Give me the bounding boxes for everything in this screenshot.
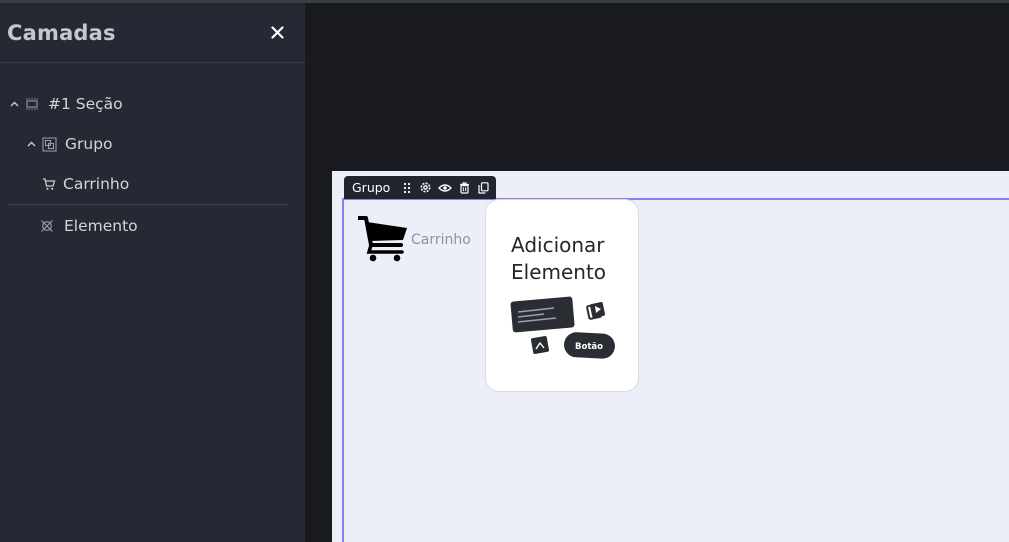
settings-button[interactable] [419, 181, 432, 195]
layers-tree: #1 Seção Grupo Carrinho Elemento [0, 63, 305, 247]
cart-label: Carrinho [411, 232, 471, 248]
layers-panel: Camadas #1 Seção Grupo Carrinho Elemento [0, 3, 305, 542]
layer-label: Grupo [65, 135, 113, 153]
delete-button[interactable] [458, 181, 471, 195]
layer-label: Carrinho [63, 175, 130, 193]
cart-icon [43, 178, 56, 190]
layer-item-cart[interactable]: Carrinho [0, 164, 305, 204]
group-toolbar: Grupo [344, 176, 496, 199]
collapse-toggle[interactable] [25, 141, 37, 147]
duplicate-icon [478, 181, 489, 194]
add-element-title: Adicionar Elemento [511, 233, 607, 284]
visibility-button[interactable] [438, 181, 453, 195]
element-icon [41, 220, 53, 232]
layers-panel-header: Camadas [0, 3, 305, 63]
settings-icon [420, 182, 431, 193]
collapse-toggle[interactable] [8, 101, 20, 107]
duplicate-button[interactable] [477, 181, 490, 195]
sample-button-label: Botão [575, 342, 603, 352]
chevron-up-icon [10, 101, 18, 107]
widgets-illustration-icon: Botão [510, 296, 615, 359]
eye-icon [438, 183, 453, 192]
layer-item-section[interactable]: #1 Seção [0, 84, 305, 124]
layer-item-group[interactable]: Grupo [0, 124, 305, 164]
drag-handle-icon [403, 182, 410, 193]
close-panel-button[interactable] [267, 23, 287, 43]
group-icon [42, 137, 56, 151]
group-toolbar-label: Grupo [352, 180, 391, 195]
section-icon [26, 98, 38, 110]
drag-handle-button[interactable] [400, 181, 413, 195]
shopping-cart-icon [358, 216, 407, 262]
trash-icon [460, 181, 470, 194]
add-element-card[interactable]: Adicionar Elemento Botão [485, 199, 639, 392]
panel-title: Camadas [7, 20, 116, 45]
cart-widget[interactable]: Carrinho [358, 214, 471, 262]
layer-item-element[interactable]: Elemento [0, 205, 305, 247]
layer-label: #1 Seção [48, 95, 123, 113]
layer-label: Elemento [64, 217, 138, 235]
chevron-up-icon [27, 141, 35, 147]
close-icon [270, 26, 284, 39]
